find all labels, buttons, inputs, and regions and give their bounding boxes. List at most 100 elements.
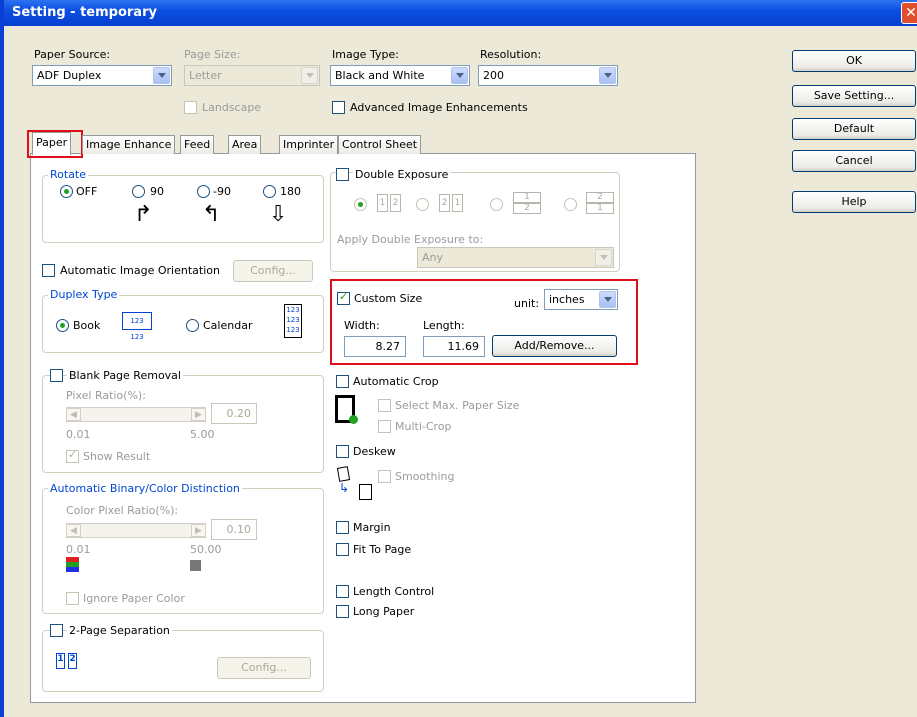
rotate-minus90-radio[interactable]	[197, 185, 210, 198]
unit-select[interactable]: inches	[544, 289, 618, 310]
double-exposure-option1-radio[interactable]	[354, 198, 367, 211]
length-label: Length:	[423, 319, 465, 332]
two-page-separation-label: 2-Page Separation	[67, 624, 172, 637]
long-paper-checkbox[interactable]	[336, 605, 349, 618]
color-ratio-min: 0.01	[66, 543, 91, 556]
slider-left-icon[interactable]: ◀	[66, 524, 81, 537]
smoothing-checkbox[interactable]	[378, 470, 391, 483]
color-ratio-max: 50.00	[190, 543, 222, 556]
default-button[interactable]: Default	[792, 118, 916, 140]
tab-image-enhance[interactable]: Image Enhance	[82, 135, 176, 154]
length-control-checkbox[interactable]	[336, 585, 349, 598]
deskew-label: Deskew	[353, 445, 396, 458]
fit-to-page-label: Fit To Page	[353, 543, 412, 556]
paper-source-value: ADF Duplex	[37, 69, 102, 82]
advanced-enhancements-checkbox[interactable]	[332, 101, 345, 114]
double-exposure-option4-radio[interactable]	[564, 198, 577, 211]
show-result-checkbox[interactable]	[66, 448, 79, 463]
double-exposure-opt4-a: 2	[586, 192, 614, 203]
double-exposure-option2-radio[interactable]	[416, 198, 429, 211]
ignore-paper-color-checkbox[interactable]	[66, 592, 79, 605]
book-radio[interactable]	[56, 319, 69, 332]
apply-double-exposure-select[interactable]: Any	[417, 247, 614, 268]
rotate-right-arrow-icon: ↱	[134, 202, 153, 227]
color-pixel-ratio-input[interactable]: 0.10	[211, 519, 257, 540]
custom-size-label: Custom Size	[354, 292, 423, 305]
unit-value: inches	[549, 293, 585, 306]
rotate-90-radio[interactable]	[132, 185, 145, 198]
add-remove-button[interactable]: Add/Remove...	[492, 335, 617, 357]
slider-right-icon[interactable]: ▶	[191, 408, 206, 421]
double-exposure-checkbox[interactable]	[336, 168, 349, 181]
paper-source-select[interactable]: ADF Duplex	[32, 65, 172, 86]
pixel-ratio-label: Pixel Ratio(%):	[66, 389, 146, 402]
slider-right-icon[interactable]: ▶	[191, 524, 206, 537]
apply-double-exposure-label: Apply Double Exposure to:	[337, 233, 484, 246]
image-type-select[interactable]: Black and White	[330, 65, 470, 86]
length-control-label: Length Control	[353, 585, 435, 598]
close-icon[interactable]: ✕	[901, 2, 917, 24]
fit-to-page-checkbox[interactable]	[336, 543, 349, 556]
automatic-crop-checkbox[interactable]	[336, 375, 349, 388]
color-pixel-ratio-slider[interactable]: ◀ ▶	[66, 523, 206, 538]
select-max-paper-size-checkbox[interactable]	[378, 399, 391, 412]
straight-page-icon	[359, 484, 372, 500]
width-label: Width:	[344, 319, 380, 332]
auto-orientation-checkbox[interactable]	[42, 264, 55, 277]
deskew-checkbox[interactable]	[336, 445, 349, 458]
ok-button[interactable]: OK	[792, 50, 916, 72]
tab-imprinter[interactable]: Imprinter	[279, 135, 339, 154]
pixel-ratio-min: 0.01	[66, 428, 91, 441]
tab-control-sheet[interactable]: Control Sheet	[338, 135, 422, 154]
double-exposure-opt2-b: 1	[452, 194, 463, 212]
two-page-separation-checkbox[interactable]	[50, 624, 63, 637]
tab-area[interactable]: Area	[228, 135, 262, 154]
down-arrow-icon: ⇩	[269, 202, 288, 227]
chevron-down-icon	[599, 67, 616, 84]
chevron-down-icon	[599, 291, 616, 308]
margin-checkbox[interactable]	[336, 521, 349, 534]
auto-crop-icon	[335, 395, 358, 424]
multi-crop-checkbox[interactable]	[378, 420, 391, 433]
slider-left-icon[interactable]: ◀	[66, 408, 81, 421]
window-title: Setting - temporary	[12, 5, 157, 20]
cancel-button[interactable]: Cancel	[792, 150, 916, 172]
ignore-paper-color-label: Ignore Paper Color	[83, 592, 185, 605]
pixel-ratio-slider[interactable]: ◀ ▶	[66, 407, 206, 422]
select-max-paper-size-label: Select Max. Paper Size	[395, 399, 520, 412]
blank-page-removal-checkbox[interactable]	[50, 369, 63, 382]
image-type-label: Image Type:	[332, 48, 399, 61]
advanced-enhancements-label: Advanced Image Enhancements	[350, 101, 528, 114]
page-two-icon: 2	[68, 653, 77, 669]
tab-feed[interactable]: Feed	[180, 135, 215, 154]
image-type-value: Black and White	[335, 69, 425, 82]
title-bar: Setting - temporary ✕	[4, 0, 917, 26]
width-input[interactable]: 8.27	[344, 336, 406, 357]
save-setting-button[interactable]: Save Setting...	[792, 85, 916, 107]
two-page-config-button[interactable]: Config...	[217, 657, 311, 679]
deskew-arrow-icon: ↳	[339, 481, 350, 495]
pixel-ratio-input[interactable]: 0.20	[211, 403, 257, 424]
resolution-value: 200	[483, 69, 504, 82]
rotate-180-radio[interactable]	[263, 185, 276, 198]
length-input[interactable]: 11.69	[423, 336, 485, 357]
chevron-down-icon	[301, 67, 318, 84]
custom-size-checkbox[interactable]	[337, 290, 350, 305]
dialog-window: Setting - temporary ✕ Paper Source: ADF …	[0, 0, 917, 717]
calendar-radio[interactable]	[186, 319, 199, 332]
auto-orientation-config-button[interactable]: Config...	[233, 260, 313, 282]
page-size-select[interactable]: Letter	[184, 65, 320, 86]
multi-crop-label: Multi-Crop	[395, 420, 452, 433]
resolution-label: Resolution:	[480, 48, 542, 61]
rotate-off-radio[interactable]	[60, 185, 73, 198]
double-exposure-opt3-b: 2	[513, 203, 541, 214]
double-exposure-opt2-a: 2	[439, 194, 450, 212]
rotate-off-label: OFF	[76, 185, 98, 198]
landscape-label: Landscape	[202, 101, 262, 114]
double-exposure-option3-radio[interactable]	[490, 198, 503, 211]
blank-page-removal-label: Blank Page Removal	[67, 369, 183, 382]
landscape-checkbox[interactable]	[184, 101, 197, 114]
apply-double-exposure-value: Any	[422, 251, 444, 264]
resolution-select[interactable]: 200	[478, 65, 618, 86]
help-button[interactable]: Help	[792, 191, 916, 213]
